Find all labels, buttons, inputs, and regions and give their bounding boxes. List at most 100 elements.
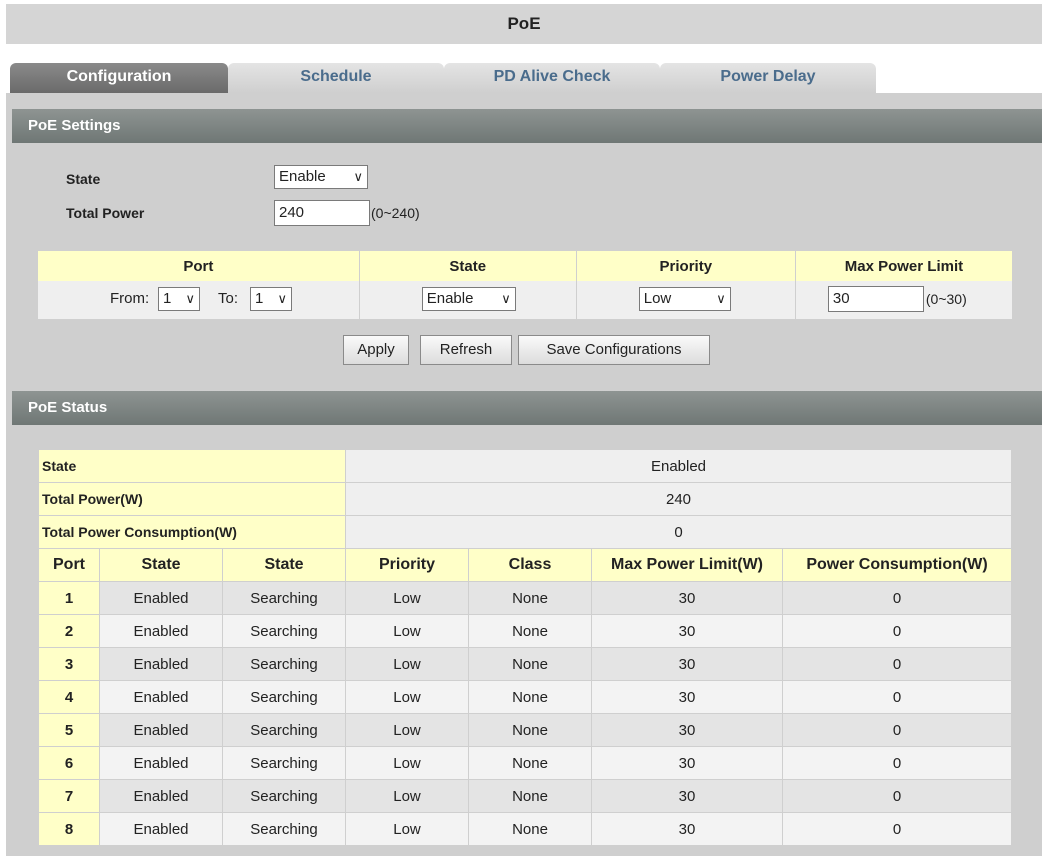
summary-consumption-label: Total Power Consumption(W) bbox=[38, 515, 346, 549]
port-class: None bbox=[468, 680, 592, 714]
port-priority: Low bbox=[345, 713, 469, 747]
port-max-power: 30 bbox=[591, 713, 783, 747]
port-detection: Searching bbox=[222, 647, 346, 681]
port-detection: Searching bbox=[222, 746, 346, 780]
summary-total-power-label: Total Power(W) bbox=[38, 482, 346, 516]
port-state: Enabled bbox=[99, 581, 223, 615]
tab-schedule[interactable]: Schedule bbox=[228, 63, 444, 93]
port-consumption: 0 bbox=[782, 614, 1012, 648]
port-class: None bbox=[468, 746, 592, 780]
max-power-cell: 30 (0~30) bbox=[795, 281, 1012, 319]
summary-state-label: State bbox=[38, 449, 346, 483]
port-class: None bbox=[468, 614, 592, 648]
chevron-down-icon: ∨ bbox=[277, 291, 287, 306]
port-number: 1 bbox=[38, 581, 100, 615]
table-row: 2 Enabled Searching Low None 30 0 bbox=[38, 614, 1012, 648]
col-max-power-limit: Max Power Limit(W) bbox=[591, 548, 783, 582]
summary-consumption-value: 0 bbox=[345, 515, 1012, 549]
port-number: 7 bbox=[38, 779, 100, 813]
port-state: Enabled bbox=[99, 614, 223, 648]
summary-state-value: Enabled bbox=[345, 449, 1012, 483]
col-power-consumption: Power Consumption(W) bbox=[782, 548, 1012, 582]
port-consumption: 0 bbox=[782, 647, 1012, 681]
port-state: Enabled bbox=[99, 647, 223, 681]
port-max-power: 30 bbox=[591, 581, 783, 615]
port-class: None bbox=[468, 581, 592, 615]
refresh-button[interactable]: Refresh bbox=[420, 335, 512, 365]
max-power-range: (0~30) bbox=[925, 291, 967, 307]
to-port-select[interactable]: 1 ∨ bbox=[250, 287, 292, 311]
port-state: Enabled bbox=[99, 713, 223, 747]
port-detection: Searching bbox=[222, 779, 346, 813]
priority-value: Low bbox=[643, 290, 672, 307]
poe-status-table: State Enabled Total Power(W) 240 Total P… bbox=[38, 449, 1012, 846]
port-max-power: 30 bbox=[591, 746, 783, 780]
port-priority: Low bbox=[345, 614, 469, 648]
chevron-down-icon: ∨ bbox=[185, 291, 195, 306]
state-select[interactable]: Enable ∨ bbox=[274, 165, 368, 189]
col-state: State bbox=[99, 548, 223, 582]
priority-select[interactable]: Low ∨ bbox=[638, 287, 731, 311]
port-header: Port bbox=[38, 251, 360, 281]
max-power-header: Max Power Limit bbox=[795, 251, 1012, 281]
table-row: 8 Enabled Searching Low None 30 0 bbox=[38, 812, 1012, 846]
state-select-value: Enable bbox=[279, 168, 326, 185]
port-detection: Searching bbox=[222, 713, 346, 747]
port-number: 5 bbox=[38, 713, 100, 747]
col-port: Port bbox=[38, 548, 100, 582]
from-label: From: bbox=[110, 290, 150, 307]
to-port-value: 1 bbox=[255, 290, 264, 307]
port-number: 2 bbox=[38, 614, 100, 648]
port-priority: Low bbox=[345, 680, 469, 714]
tab-power-delay[interactable]: Power Delay bbox=[660, 63, 876, 93]
col-state-detail: State bbox=[222, 548, 346, 582]
from-port-value: 1 bbox=[163, 290, 172, 307]
port-state: Enabled bbox=[99, 680, 223, 714]
port-detection: Searching bbox=[222, 614, 346, 648]
priority-cell: Low ∨ bbox=[576, 281, 796, 319]
tab-configuration[interactable]: Configuration bbox=[10, 63, 228, 93]
table-row: 6 Enabled Searching Low None 30 0 bbox=[38, 746, 1012, 780]
port-max-power: 30 bbox=[591, 779, 783, 813]
poe-status-header: PoE Status bbox=[12, 391, 1042, 425]
port-state-select[interactable]: Enable ∨ bbox=[421, 287, 516, 311]
port-class: None bbox=[468, 647, 592, 681]
table-row: 7 Enabled Searching Low None 30 0 bbox=[38, 779, 1012, 813]
port-state: Enabled bbox=[99, 812, 223, 846]
table-row: 4 Enabled Searching Low None 30 0 bbox=[38, 680, 1012, 714]
page-title: PoE bbox=[6, 4, 1042, 44]
port-consumption: 0 bbox=[782, 746, 1012, 780]
max-power-input[interactable]: 30 bbox=[827, 286, 924, 312]
from-port-select[interactable]: 1 ∨ bbox=[158, 287, 200, 311]
summary-total-power-value: 240 bbox=[345, 482, 1012, 516]
apply-button[interactable]: Apply bbox=[343, 335, 409, 365]
total-power-label: Total Power bbox=[66, 205, 145, 221]
port-number: 4 bbox=[38, 680, 100, 714]
port-class: None bbox=[468, 713, 592, 747]
save-configurations-button[interactable]: Save Configurations bbox=[518, 335, 710, 365]
port-priority: Low bbox=[345, 746, 469, 780]
table-row: 1 Enabled Searching Low None 30 0 bbox=[38, 581, 1012, 615]
total-power-range: (0~240) bbox=[371, 205, 420, 221]
table-row: 3 Enabled Searching Low None 30 0 bbox=[38, 647, 1012, 681]
state-header: State bbox=[359, 251, 577, 281]
tab-pd-alive-check[interactable]: PD Alive Check bbox=[444, 63, 660, 93]
col-class: Class bbox=[468, 548, 592, 582]
chevron-down-icon: ∨ bbox=[716, 291, 726, 306]
total-power-input[interactable]: 240 bbox=[274, 200, 370, 226]
port-priority: Low bbox=[345, 581, 469, 615]
port-priority: Low bbox=[345, 647, 469, 681]
port-consumption: 0 bbox=[782, 581, 1012, 615]
port-priority: Low bbox=[345, 779, 469, 813]
port-state: Enabled bbox=[99, 779, 223, 813]
port-consumption: 0 bbox=[782, 779, 1012, 813]
port-max-power: 30 bbox=[591, 614, 783, 648]
port-detection: Searching bbox=[222, 680, 346, 714]
state-label: State bbox=[66, 171, 101, 187]
port-class: None bbox=[468, 779, 592, 813]
port-state-cell: Enable ∨ bbox=[359, 281, 577, 319]
port-max-power: 30 bbox=[591, 647, 783, 681]
port-class: None bbox=[468, 812, 592, 846]
chevron-down-icon: ∨ bbox=[501, 291, 511, 306]
port-range-cell: From: 1 ∨ To: 1 ∨ bbox=[38, 281, 360, 319]
